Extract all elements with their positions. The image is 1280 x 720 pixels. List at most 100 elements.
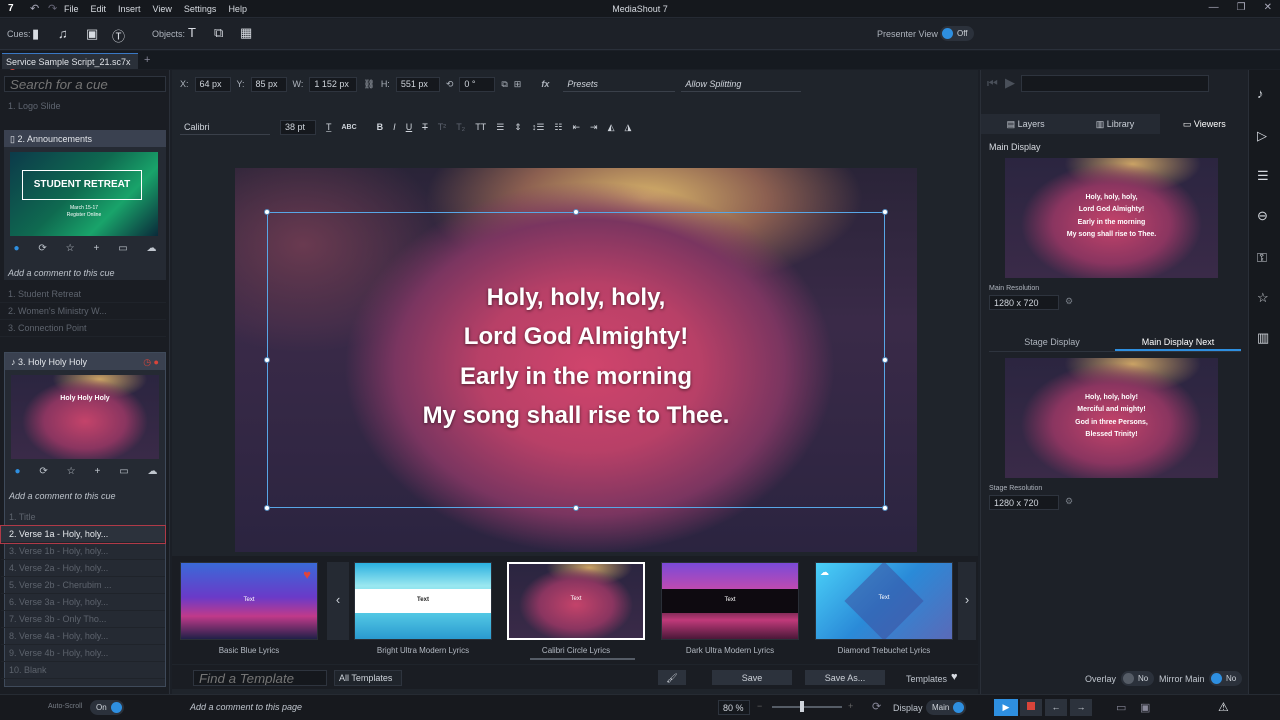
stage-resolution-dropdown[interactable]: 1280 x 720 bbox=[989, 495, 1059, 510]
rotate-icon[interactable]: ⟲ bbox=[446, 79, 454, 90]
cloud-icon[interactable]: ☁ bbox=[148, 466, 158, 477]
background-object-icon[interactable]: ▦ bbox=[240, 25, 252, 41]
settings-gear-icon[interactable]: ⚙ bbox=[1065, 496, 1073, 507]
list-item[interactable]: 3. Connection Point bbox=[0, 320, 166, 337]
allow-splitting-dropdown[interactable]: Allow Splitting bbox=[681, 77, 802, 92]
italic-button[interactable]: I bbox=[393, 122, 396, 132]
star-icon[interactable]: ☆ bbox=[67, 466, 76, 477]
heart-icon[interactable]: ♥ bbox=[303, 567, 311, 582]
caps-button[interactable]: TT bbox=[475, 122, 486, 132]
font-dropdown[interactable]: Calibri bbox=[180, 120, 270, 135]
subscript-icon[interactable]: T₂ bbox=[456, 122, 465, 132]
vertical-align-icon[interactable]: ⇕ bbox=[514, 122, 522, 133]
add-icon[interactable]: + bbox=[93, 243, 99, 254]
underline-button[interactable]: U bbox=[406, 122, 413, 132]
key-icon[interactable]: ⚿ bbox=[1257, 250, 1267, 266]
monitor-icon[interactable]: ▣ bbox=[1140, 701, 1150, 714]
brush-button[interactable]: 🖌 bbox=[658, 670, 686, 685]
tab-stage-display[interactable]: Stage Display bbox=[989, 332, 1115, 351]
zoom-slider-thumb[interactable] bbox=[800, 701, 804, 712]
templates-next-button[interactable]: › bbox=[958, 562, 976, 640]
find-template-input[interactable] bbox=[193, 670, 327, 686]
menu-help[interactable]: Help bbox=[228, 4, 247, 14]
presenter-view-toggle[interactable]: Off bbox=[940, 26, 974, 41]
cue-list-icon[interactable]: ☰ bbox=[1257, 168, 1269, 184]
undo-icon[interactable]: ↶ bbox=[30, 2, 39, 15]
tab-main-display-next[interactable]: Main Display Next bbox=[1115, 332, 1241, 351]
play-circle-icon[interactable]: ▷ bbox=[1257, 128, 1267, 144]
alert-icon[interactable]: ⚠ bbox=[1218, 700, 1229, 714]
star-icon[interactable]: ☆ bbox=[66, 243, 75, 254]
cue-holy-holy-holy[interactable]: ♪ 3. Holy Holy Holy ◷ ● Holy Holy Holy ● ⟳… bbox=[0, 352, 166, 687]
page-comment[interactable]: Add a comment to this page bbox=[190, 702, 302, 712]
list-item[interactable]: 3. Verse 1b - Holy, holy... bbox=[1, 543, 165, 560]
list-item[interactable]: 1. Student Retreat bbox=[0, 286, 166, 303]
screen-icon[interactable]: ▭ bbox=[1116, 701, 1126, 714]
list-item[interactable]: 1. Title bbox=[1, 509, 165, 526]
outdent-icon[interactable]: ⇤ bbox=[572, 122, 580, 133]
menu-view[interactable]: View bbox=[153, 4, 172, 14]
settings-gear-icon[interactable]: ⚙ bbox=[1065, 296, 1073, 307]
cue-announcements[interactable]: ▯ 2. Announcements STUDENT RETREAT March… bbox=[4, 130, 166, 280]
menu-settings[interactable]: Settings bbox=[184, 4, 217, 14]
auto-scroll-toggle[interactable]: On bbox=[90, 700, 124, 715]
template-thumb-bright-ultra[interactable]: Text bbox=[354, 562, 492, 640]
play-preview-icon[interactable]: ▶ bbox=[1005, 75, 1015, 91]
templates-scrollbar[interactable] bbox=[530, 658, 635, 660]
timer-icon[interactable]: ◷ ● bbox=[143, 357, 159, 368]
width-field[interactable]: 1 152 px bbox=[309, 76, 358, 92]
add-icon[interactable]: + bbox=[94, 466, 100, 477]
list-item[interactable]: 7. Verse 3b - Only Tho... bbox=[1, 611, 165, 628]
menu-file[interactable]: File bbox=[64, 4, 79, 14]
resize-handle[interactable] bbox=[264, 505, 270, 511]
list-item[interactable]: 9. Verse 4b - Holy, holy... bbox=[1, 645, 165, 662]
resize-handle[interactable] bbox=[573, 505, 579, 511]
template-thumb-dark-ultra[interactable]: Text bbox=[661, 562, 799, 640]
tab-library[interactable]: ▥ Library bbox=[1070, 114, 1159, 134]
next-button[interactable]: → bbox=[1070, 699, 1092, 716]
mirror-main-toggle[interactable]: No bbox=[1209, 671, 1243, 686]
main-resolution-dropdown[interactable]: 1280 x 720 bbox=[989, 295, 1059, 310]
media-icon[interactable]: ▭ bbox=[118, 243, 127, 254]
font-size-field[interactable]: 38 pt bbox=[280, 119, 316, 135]
rotation-field[interactable]: 0 ° bbox=[459, 76, 496, 92]
tab-layers[interactable]: ▤ Layers bbox=[981, 114, 1070, 134]
zoom-out-icon[interactable]: − bbox=[757, 701, 762, 711]
refresh-icon[interactable]: ⟳ bbox=[872, 700, 881, 713]
play-icon[interactable]: ● bbox=[14, 466, 20, 477]
menu-insert[interactable]: Insert bbox=[118, 4, 141, 14]
song-cue-icon[interactable]: ♫ bbox=[58, 26, 68, 41]
document-cue-icon[interactable]: ▮ bbox=[32, 26, 39, 42]
template-thumb-calibri-circle[interactable]: Text bbox=[507, 562, 645, 640]
skip-back-icon[interactable]: ⏮ bbox=[987, 76, 998, 91]
stop-button[interactable] bbox=[1020, 699, 1042, 716]
line-spacing-icon[interactable]: ↕☰ bbox=[532, 122, 545, 133]
superscript-icon[interactable]: T² bbox=[438, 122, 447, 132]
bold-button[interactable]: B bbox=[377, 122, 384, 132]
resize-handle[interactable] bbox=[264, 209, 270, 215]
align-icon[interactable]: ⊞ bbox=[514, 79, 522, 90]
template-thumb-diamond[interactable]: Text ☁ bbox=[815, 562, 953, 640]
link-icon[interactable]: ⊖ bbox=[1257, 208, 1268, 224]
templates-prev-button[interactable]: ‹ bbox=[327, 562, 349, 640]
previous-button[interactable]: ← bbox=[1045, 699, 1067, 716]
align-center-icon[interactable]: ☰ bbox=[496, 122, 504, 133]
holy-thumbnail[interactable]: Holy Holy Holy bbox=[11, 375, 159, 459]
list-item[interactable]: 6. Verse 3a - Holy, holy... bbox=[1, 594, 165, 611]
outline-icon[interactable]: ◮ bbox=[624, 122, 631, 133]
list-icon[interactable]: ☷ bbox=[554, 122, 562, 133]
text-selection-box[interactable] bbox=[264, 209, 888, 511]
text-cue-icon[interactable]: Ⓣ bbox=[112, 26, 125, 45]
redo-icon[interactable]: ↷ bbox=[48, 2, 57, 15]
bible-cue-icon[interactable]: ▣ bbox=[86, 26, 98, 42]
save-as-button[interactable]: Save As... bbox=[805, 670, 885, 685]
add-tab-button[interactable]: + bbox=[144, 54, 150, 66]
resize-handle[interactable] bbox=[882, 209, 888, 215]
heart-filter-icon[interactable]: ♥ bbox=[951, 671, 958, 683]
fx-icon[interactable]: fx bbox=[541, 79, 549, 89]
cue-comment[interactable]: Add a comment to this cue bbox=[9, 491, 116, 501]
cue-logo-slide[interactable]: 1. Logo Slide bbox=[8, 101, 61, 111]
document-tab[interactable]: Service Sample Script_21.sc7x bbox=[2, 53, 138, 77]
announcement-thumbnail[interactable]: STUDENT RETREAT March 15-17 Register Onl… bbox=[10, 152, 158, 236]
music-note-icon[interactable]: ♪ bbox=[1257, 86, 1264, 101]
